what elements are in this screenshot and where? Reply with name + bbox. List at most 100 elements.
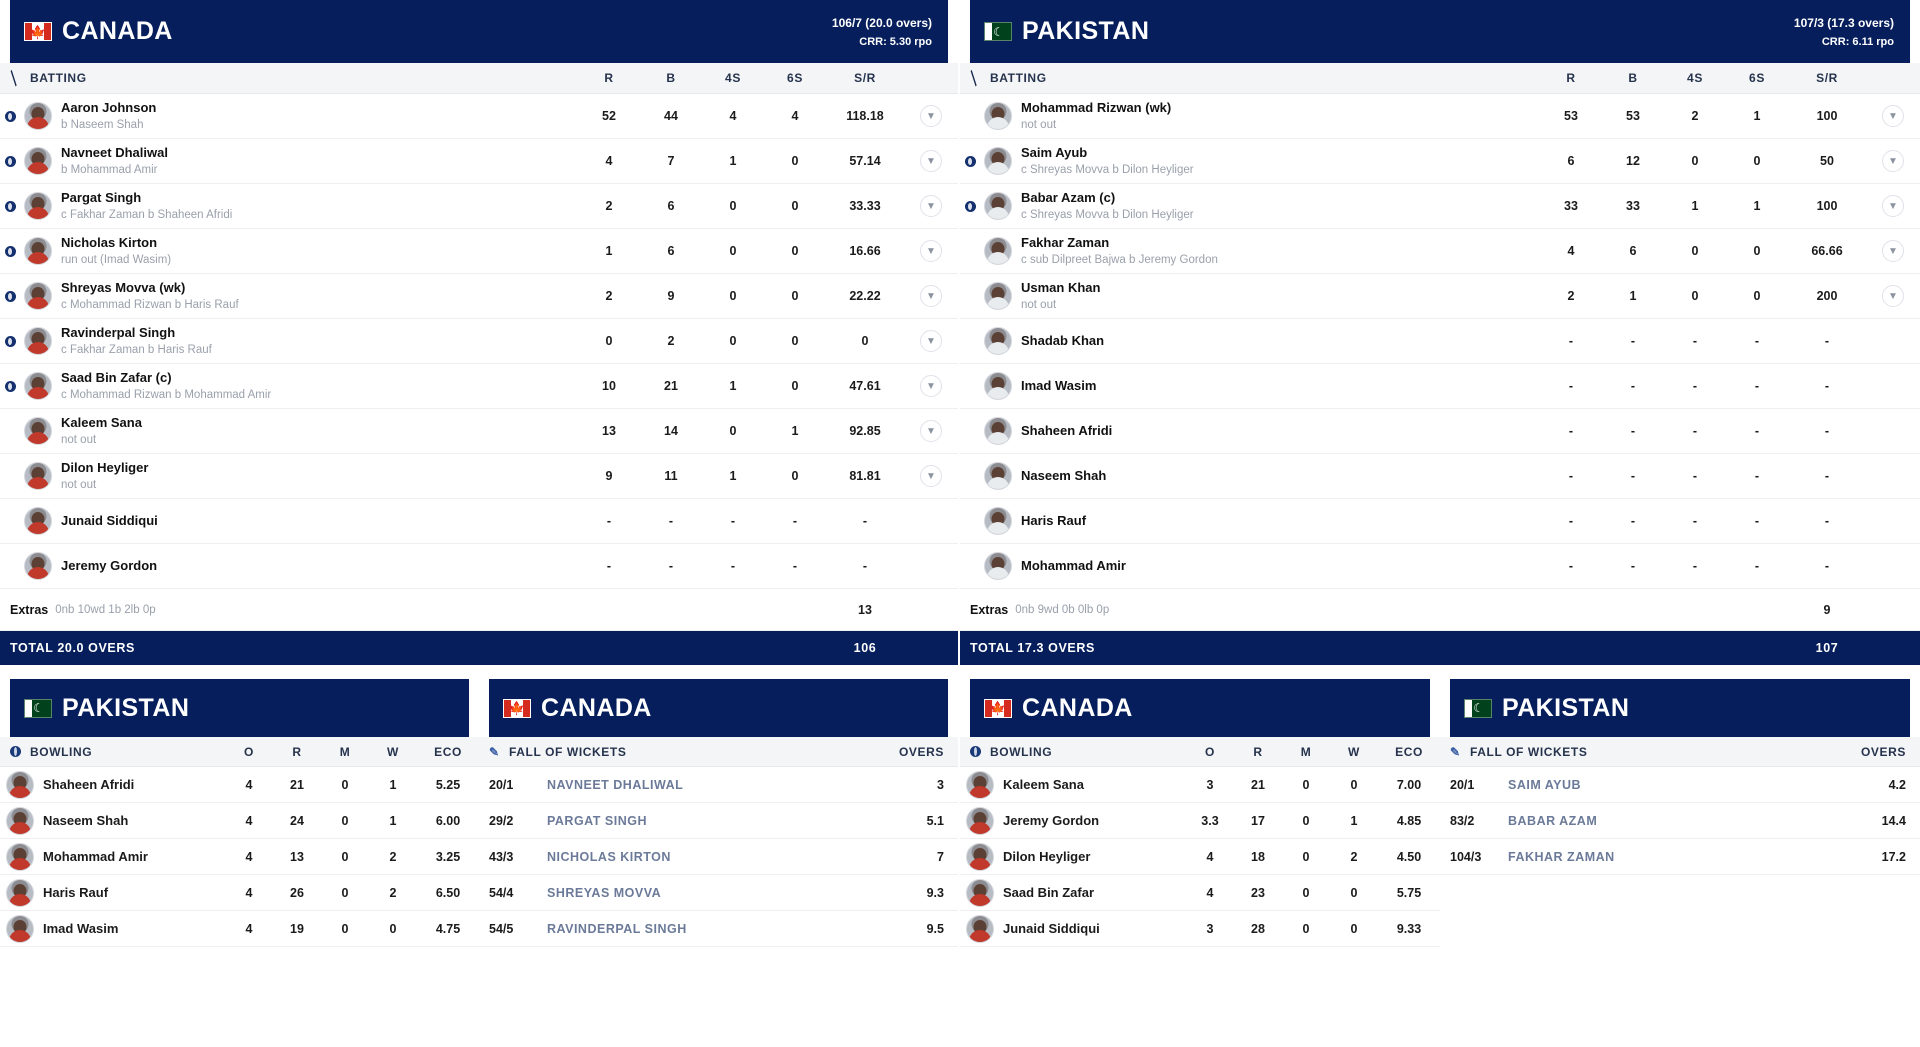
bowler-wickets: 0 <box>389 921 397 936</box>
batting-row[interactable]: Aaron Johnson b Naseem Shah 52 44 4 4 118.18 ▼ <box>0 94 958 139</box>
bowler-wickets: 1 <box>389 777 397 792</box>
batting-row[interactable]: Navneet Dhaliwal b Mohammad Amir 4 7 1 0 57.14… <box>0 139 958 184</box>
player-avatar <box>24 462 52 490</box>
expand-cell[interactable]: ▼ <box>904 105 958 127</box>
bowling-row[interactable]: Kaleem Sana 3 21 0 0 7.00 <box>960 767 1440 803</box>
chevron-down-icon[interactable]: ▼ <box>920 150 942 172</box>
chevron-down-icon[interactable]: ▼ <box>920 330 942 352</box>
batsman-fours: 2 <box>1691 109 1699 123</box>
expand-cell[interactable]: ▼ <box>904 195 958 217</box>
bowling-row[interactable]: Junaid Siddiqui 3 28 0 0 9.33 <box>960 911 1440 947</box>
batting-row[interactable]: Kaleem Sana not out 13 14 0 1 92.85 ▼ <box>0 409 958 454</box>
fall-of-wicket-row[interactable]: 20/1 NAVNEET DHALIWAL 3 <box>479 767 958 803</box>
chevron-down-icon[interactable]: ▼ <box>1882 285 1904 307</box>
batting-row[interactable]: Nicholas Kirton run out (Imad Wasim) 1 6 0 0 1… <box>0 229 958 274</box>
batting-row[interactable]: Junaid Siddiqui - - - - - <box>0 499 958 544</box>
batting-row[interactable]: Shaheen Afridi - - - - - <box>960 409 1920 454</box>
chevron-down-icon[interactable]: ▼ <box>1882 240 1904 262</box>
chevron-down-icon[interactable]: ▼ <box>1882 150 1904 172</box>
expand-cell[interactable]: ▼ <box>1866 285 1920 307</box>
expand-cell[interactable]: ▼ <box>904 285 958 307</box>
chevron-down-icon[interactable]: ▼ <box>920 195 942 217</box>
canada-flag-icon: 🍁 <box>984 698 1012 718</box>
chevron-down-icon[interactable]: ▼ <box>920 375 942 397</box>
expand-cell[interactable]: ▼ <box>1866 195 1920 217</box>
batting-row[interactable]: Shreyas Movva (wk) c Mohammad Rizwan b Ha… <box>0 274 958 319</box>
batsman-fours: - <box>1692 424 1698 438</box>
batting-rows-pakistan: Mohammad Rizwan (wk) not out 53 53 2 1 100 ▼ Sai… <box>960 94 1920 589</box>
expand-cell[interactable]: ▼ <box>904 375 958 397</box>
canada-flag-icon: 🍁 <box>503 698 531 718</box>
batsman-info: Saim Ayub c Shreyas Movva b Dilon Heylige… <box>1021 144 1540 179</box>
bowling-row[interactable]: Naseem Shah 4 24 0 1 6.00 <box>0 803 479 839</box>
bowler-overs: 4 <box>245 813 253 828</box>
bowling-row[interactable]: Imad Wasim 4 19 0 0 4.75 <box>0 911 479 947</box>
fall-of-wicket-row[interactable]: 54/5 RAVINDERPAL SINGH 9.5 <box>479 911 958 947</box>
batting-row[interactable]: Imad Wasim - - - - - <box>960 364 1920 409</box>
batsman-sixes: - <box>1754 469 1760 483</box>
batsman-info: Naseem Shah <box>1021 467 1540 485</box>
innings-crr: CRR: 6.11 rpo <box>1821 35 1894 48</box>
batting-row[interactable]: Saim Ayub c Shreyas Movva b Dilon Heylige… <box>960 139 1920 184</box>
bowler-maidens: 0 <box>1302 813 1310 828</box>
batting-row[interactable]: Saad Bin Zafar (c) c Mohammad Rizwan b Mo… <box>0 364 958 409</box>
batsman-runs: - <box>1568 469 1574 483</box>
fall-of-wicket-row[interactable]: 104/3 FAKHAR ZAMAN 17.2 <box>1440 839 1920 875</box>
bowling-row[interactable]: Saad Bin Zafar 4 23 0 0 5.75 <box>960 875 1440 911</box>
batting-row[interactable]: Shadab Khan - - - - - <box>960 319 1920 364</box>
batsman-fours: 4 <box>729 109 737 123</box>
bowler-name: Jeremy Gordon <box>1003 813 1100 828</box>
batting-row[interactable]: Mohammad Rizwan (wk) not out 53 53 2 1 100 ▼ <box>960 94 1920 139</box>
chevron-down-icon[interactable]: ▼ <box>1882 195 1904 217</box>
player-avatar <box>24 192 52 220</box>
fow-player-name: SAIM AYUB <box>1508 777 1582 792</box>
expand-cell[interactable]: ▼ <box>1866 240 1920 262</box>
chevron-down-icon[interactable]: ▼ <box>920 240 942 262</box>
player-avatar <box>984 102 1012 130</box>
batsman-balls: 53 <box>1626 109 1640 123</box>
expand-cell[interactable]: ▼ <box>904 420 958 442</box>
batting-row[interactable]: Fakhar Zaman c sub Dilpreet Bajwa b Jerem… <box>960 229 1920 274</box>
chevron-down-icon[interactable]: ▼ <box>920 285 942 307</box>
bowling-row[interactable]: Dilon Heyliger 4 18 0 2 4.50 <box>960 839 1440 875</box>
expand-cell[interactable]: ▼ <box>1866 150 1920 172</box>
fall-of-wicket-row[interactable]: 83/2 BABAR AZAM 14.4 <box>1440 803 1920 839</box>
batting-row[interactable]: Naseem Shah - - - - - <box>960 454 1920 499</box>
batting-row[interactable]: Mohammad Amir - - - - - <box>960 544 1920 589</box>
batsman-balls: - <box>1630 559 1636 573</box>
bowling-row[interactable]: Haris Rauf 4 26 0 2 6.50 <box>0 875 479 911</box>
bowler-economy: 4.85 <box>1396 813 1422 828</box>
col-overs: O <box>1205 744 1215 759</box>
expand-cell[interactable]: ▼ <box>904 150 958 172</box>
batsman-balls: - <box>1630 514 1636 528</box>
batting-row[interactable]: Babar Azam (c) c Shreyas Movva b Dilon He… <box>960 184 1920 229</box>
player-avatar <box>6 770 34 799</box>
innings-header-canada: 🍁 CANADA 106/7 (20.0 overs) CRR: 5.30 rp… <box>10 0 948 63</box>
batting-row[interactable]: Dilon Heyliger not out 9 11 1 0 81.81 ▼ <box>0 454 958 499</box>
chevron-down-icon[interactable]: ▼ <box>920 465 942 487</box>
bowling-row[interactable]: Shaheen Afridi 4 21 0 1 5.25 <box>0 767 479 803</box>
fall-of-wicket-row[interactable]: 20/1 SAIM AYUB 4.2 <box>1440 767 1920 803</box>
bowling-row[interactable]: Jeremy Gordon 3.3 17 0 1 4.85 <box>960 803 1440 839</box>
col-strike-rate: S/R <box>1816 71 1838 85</box>
fall-of-wicket-row[interactable]: 54/4 SHREYAS MOVVA 9.3 <box>479 875 958 911</box>
chevron-down-icon[interactable]: ▼ <box>1882 105 1904 127</box>
fall-of-wicket-row[interactable]: 43/3 NICHOLAS KIRTON 7 <box>479 839 958 875</box>
dismissal-text: b Mohammad Amir <box>61 163 158 176</box>
expand-cell[interactable]: ▼ <box>904 240 958 262</box>
expand-cell[interactable]: ▼ <box>1866 105 1920 127</box>
batting-row[interactable]: Ravinderpal Singh c Fakhar Zaman b Haris … <box>0 319 958 364</box>
bowler-overs: 4 <box>245 885 253 900</box>
fall-of-wicket-row[interactable]: 29/2 PARGAT SINGH 5.1 <box>479 803 958 839</box>
chevron-down-icon[interactable]: ▼ <box>920 105 942 127</box>
chevron-down-icon[interactable]: ▼ <box>920 420 942 442</box>
expand-cell[interactable]: ▼ <box>904 465 958 487</box>
batting-row[interactable]: Pargat Singh c Fakhar Zaman b Shaheen Afr… <box>0 184 958 229</box>
expand-cell[interactable]: ▼ <box>904 330 958 352</box>
bowler-overs: 3 <box>1206 777 1214 792</box>
bowling-row[interactable]: Mohammad Amir 4 13 0 2 3.25 <box>0 839 479 875</box>
batting-row[interactable]: Jeremy Gordon - - - - - <box>0 544 958 589</box>
batting-rows-canada: Aaron Johnson b Naseem Shah 52 44 4 4 118.18 ▼ N… <box>0 94 958 589</box>
batting-row[interactable]: Haris Rauf - - - - - <box>960 499 1920 544</box>
batting-row[interactable]: Usman Khan not out 2 1 0 0 200 ▼ <box>960 274 1920 319</box>
